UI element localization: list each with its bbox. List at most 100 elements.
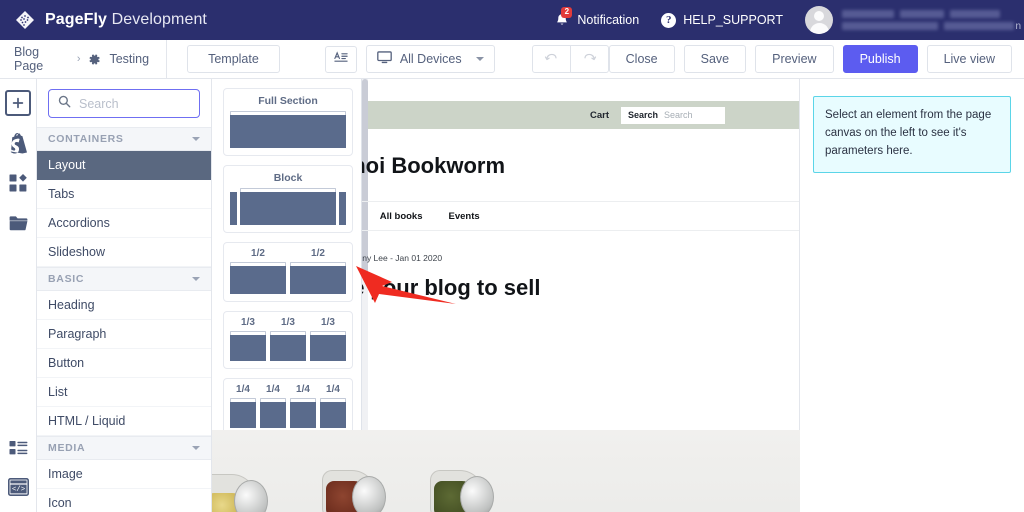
- device-selector[interactable]: All Devices: [365, 45, 495, 73]
- monitor-icon: [376, 51, 392, 67]
- pagefly-editor-window: PageFly Development 2 Notification ? HEL…: [0, 0, 1024, 512]
- brand-title-bold: PageFly: [45, 11, 108, 28]
- account-menu[interactable]: n: [805, 6, 1024, 34]
- layout-card-thirds[interactable]: 1/3 1/3 1/3: [223, 311, 353, 369]
- store-cart-link[interactable]: Cart: [590, 110, 609, 121]
- category-media: MEDIA Image Icon: [37, 436, 211, 512]
- element-item-layout[interactable]: Layout: [37, 151, 211, 180]
- notification-button[interactable]: 2 Notification: [554, 6, 640, 29]
- category-title: MEDIA: [48, 442, 86, 454]
- category-basic: BASIC Heading Paragraph Button List HTML…: [37, 267, 211, 436]
- shopify-bag-icon[interactable]: [5, 130, 31, 156]
- search-icon: [58, 95, 71, 113]
- chevron-down-icon: [475, 57, 484, 61]
- question-circle-icon: ?: [661, 12, 677, 28]
- code-editor-icon[interactable]: </>: [6, 474, 32, 500]
- store-search-box[interactable]: Search Search: [621, 106, 725, 124]
- undo-redo-group: [531, 45, 609, 73]
- save-button[interactable]: Save: [683, 45, 747, 73]
- undo-button[interactable]: [531, 45, 571, 73]
- toolbar-right-group: Close Save Preview Publish Live view: [608, 45, 1024, 73]
- preview-button[interactable]: Preview: [755, 45, 834, 73]
- bell-icon: 2: [554, 6, 573, 29]
- breadcrumb-root[interactable]: Blog Page: [14, 45, 69, 73]
- inspector-panel: Select an element from the page canvas o…: [800, 79, 1024, 512]
- elements-grid-icon[interactable]: [5, 170, 31, 196]
- avatar: [805, 6, 833, 34]
- template-button[interactable]: Template: [187, 45, 280, 73]
- element-item-icon[interactable]: Icon: [37, 489, 211, 512]
- store-title: anoi Bookworm: [362, 153, 506, 178]
- help-support-label: HELP_SUPPORT: [683, 13, 783, 27]
- element-item-button[interactable]: Button: [37, 349, 211, 378]
- layout-card-title: Full Section: [258, 95, 318, 107]
- element-item-list[interactable]: List: [37, 378, 211, 407]
- store-nav-item-events[interactable]: Events: [449, 211, 480, 222]
- layout-column-label: 1/4: [236, 384, 250, 395]
- element-item-accordions[interactable]: Accordions: [37, 209, 211, 238]
- category-title: CONTAINERS: [48, 133, 124, 145]
- close-button[interactable]: Close: [608, 45, 675, 73]
- layout-card-block[interactable]: Block: [223, 165, 353, 233]
- pagefly-logo-icon: [14, 9, 36, 31]
- typography-icon: [333, 50, 349, 68]
- folder-icon[interactable]: [5, 210, 31, 236]
- layout-card-half-half[interactable]: 1/2 1/2: [223, 242, 353, 302]
- account-name-redacted: [842, 10, 1020, 30]
- chevron-down-icon: [192, 137, 200, 141]
- add-element-icon[interactable]: [5, 90, 31, 116]
- notification-badge: 2: [561, 6, 573, 18]
- left-icon-rail: </>: [0, 79, 37, 512]
- redo-arrow-icon: [582, 52, 597, 67]
- layout-preview-column: 1/4: [230, 384, 256, 428]
- element-item-paragraph[interactable]: Paragraph: [37, 320, 211, 349]
- breadcrumb-current[interactable]: Testing: [109, 52, 149, 66]
- svg-text:</>: </>: [12, 486, 26, 494]
- store-nav-item-all-books[interactable]: All books: [380, 211, 423, 222]
- search-box[interactable]: [48, 89, 200, 118]
- toolbar-divider: [166, 40, 168, 78]
- post-title: se your blog to sell: [362, 275, 541, 300]
- brand: PageFly Development: [0, 9, 207, 31]
- layout-preview-column: 1/3: [270, 317, 306, 361]
- layers-list-icon[interactable]: [6, 435, 32, 461]
- category-title: BASIC: [48, 273, 85, 285]
- layout-preview-row: [230, 188, 346, 225]
- help-support-button[interactable]: ? HELP_SUPPORT: [661, 12, 783, 28]
- breadcrumb: Blog Page › Testing: [0, 45, 149, 73]
- chevron-down-icon: [192, 277, 200, 281]
- layout-card-full-section[interactable]: Full Section: [223, 88, 353, 156]
- notification-label: Notification: [577, 13, 640, 27]
- undo-arrow-icon: [544, 52, 559, 67]
- header-right-group: 2 Notification ? HELP_SUPPORT n: [554, 6, 1024, 34]
- element-item-html-liquid[interactable]: HTML / Liquid: [37, 407, 211, 436]
- element-item-tabs[interactable]: Tabs: [37, 180, 211, 209]
- search-input[interactable]: [79, 96, 190, 111]
- layout-column-label: 1/2: [311, 248, 325, 259]
- layout-column-label: 1/3: [281, 317, 295, 328]
- redo-button[interactable]: [570, 45, 609, 73]
- layout-column-label: 1/2: [251, 248, 265, 259]
- search-wrapper: [37, 79, 211, 127]
- category-header-media[interactable]: MEDIA: [37, 436, 211, 460]
- rail-bottom-group: </>: [0, 435, 37, 500]
- element-item-heading[interactable]: Heading: [37, 291, 211, 320]
- layout-preview-column: 1/4: [320, 384, 346, 428]
- live-view-button[interactable]: Live view: [926, 45, 1012, 73]
- element-item-image[interactable]: Image: [37, 460, 211, 489]
- store-header-bar: Cart Search Search: [368, 101, 799, 129]
- store-nav: me All books Events: [362, 201, 799, 231]
- element-item-slideshow[interactable]: Slideshow: [37, 238, 211, 267]
- editor-toolbar: Blog Page › Testing Template All Devices…: [0, 40, 1024, 79]
- publish-button[interactable]: Publish: [842, 45, 918, 73]
- typography-button[interactable]: [324, 45, 357, 73]
- category-header-containers[interactable]: CONTAINERS: [37, 127, 211, 151]
- breadcrumb-separator: ›: [76, 53, 81, 65]
- layout-card-quarters[interactable]: 1/4 1/4 1/4 1/4: [223, 378, 353, 436]
- brand-title: PageFly Development: [45, 11, 207, 29]
- category-header-basic[interactable]: BASIC: [37, 267, 211, 291]
- layout-preview-column: 1/2: [290, 248, 346, 294]
- layout-preview-column: 1/4: [260, 384, 286, 428]
- layout-card-title: Block: [273, 172, 303, 184]
- device-selector-label: All Devices: [399, 52, 462, 66]
